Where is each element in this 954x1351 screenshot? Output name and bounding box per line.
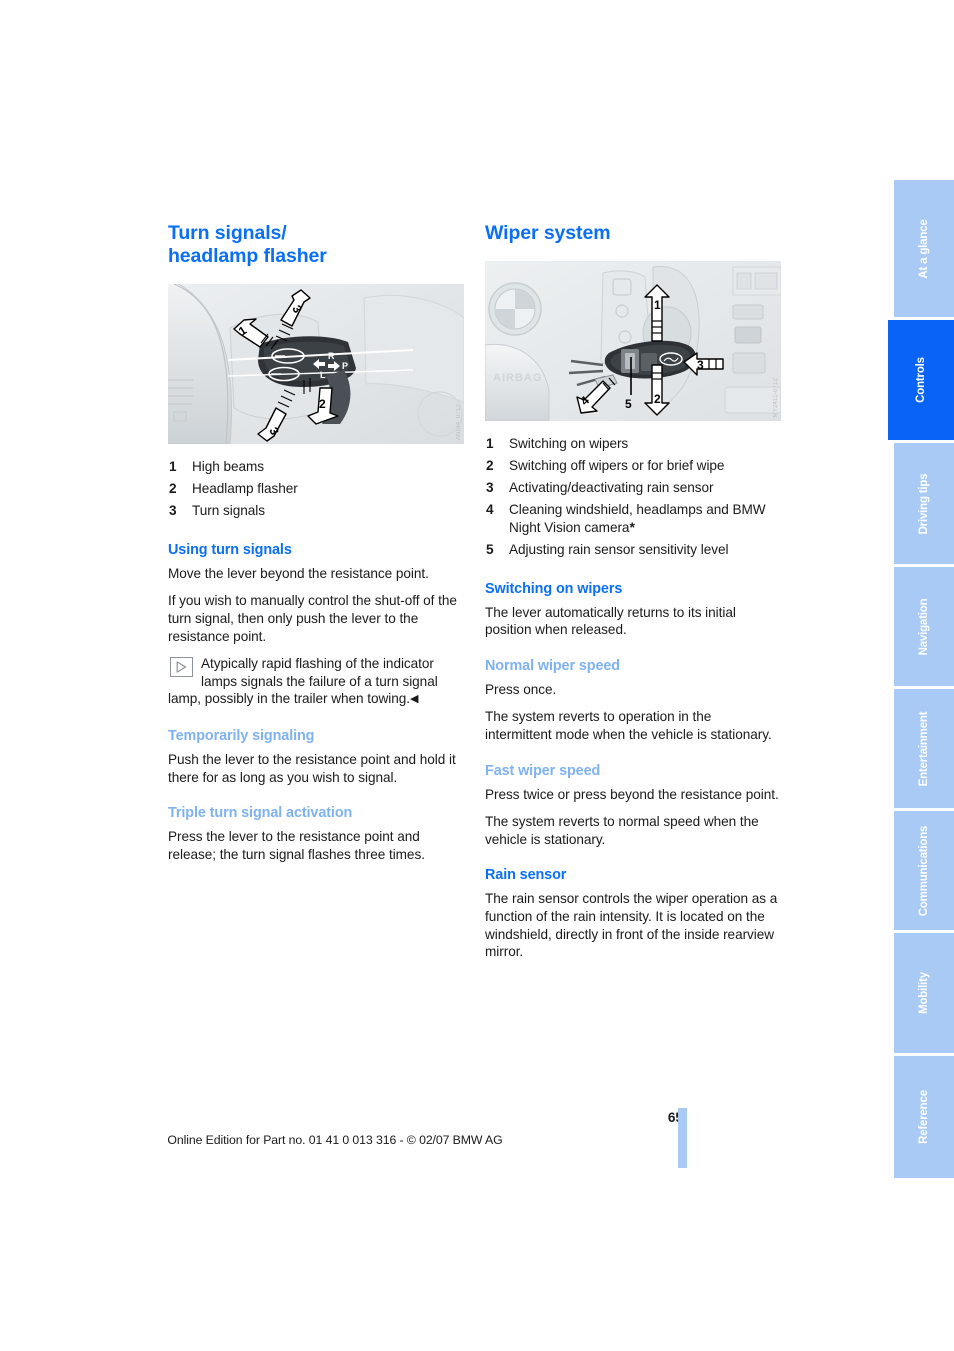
legend-text: Switching on wipers (509, 436, 629, 451)
tab-label: Navigation (918, 598, 930, 655)
legend-text: Turn signals (192, 503, 265, 519)
section-tab-rail: At a glance Controls Driving tips Naviga… (888, 180, 954, 1178)
wiper-title-text: Wiper system (485, 222, 611, 244)
note-text: Atypically rapid flashing of the indicat… (168, 656, 438, 707)
heading-using-turn-signals: Using turn signals (168, 541, 292, 558)
wiper-stalk-illustration: AIRBAG 1 2 3 4 5 (485, 261, 781, 421)
paragraph-normal-1: Press once. (485, 681, 557, 697)
legend-item: 3 Turn signals (168, 502, 464, 520)
svg-text:R: R (328, 351, 335, 361)
legend-text: Cleaning windshield, headlamps and BMW N… (509, 502, 766, 535)
tab-reference[interactable]: Reference (894, 1056, 954, 1178)
tab-at-a-glance[interactable]: At a glance (894, 180, 954, 320)
paragraph-normal-2: The system reverts to operation in the i… (485, 709, 772, 742)
note-end-mark: ◀ (409, 693, 419, 706)
legend-text: Headlamp flasher (192, 481, 298, 497)
legend-item: 3 Activating/deactivating rain sensor (485, 479, 781, 497)
paragraph-switching: The lever automatically returns to its i… (485, 604, 736, 638)
figure-watermark: ANSI4_0712 (456, 403, 462, 440)
paragraph-triple: Press the lever to the resistance point … (168, 829, 425, 862)
paragraph-temporarily: Push the lever to the resistance point a… (168, 751, 456, 785)
note-triangle-icon (170, 657, 193, 678)
tab-label: Controls (915, 357, 927, 403)
paragraph-using-2: If you wish to manually control the shut… (168, 593, 457, 644)
tab-mobility[interactable]: Mobility (894, 933, 954, 1056)
paragraph-rain: The rain sensor controls the wiper opera… (485, 891, 778, 960)
heading-triple-turn-signal: Triple turn signal activation (168, 805, 353, 822)
play-triangle-glyph (176, 661, 187, 673)
svg-text:2: 2 (319, 397, 326, 411)
svg-text:P: P (342, 361, 348, 371)
heading-temporarily-signaling: Temporarily signaling (168, 727, 315, 744)
heading-normal-wiper-speed: Normal wiper speed (485, 657, 620, 674)
paragraph-fast-2: The system reverts to normal speed when … (485, 814, 759, 847)
manual-page: Turn signals/ headlamp flasher R L P 1 3… (0, 0, 954, 1351)
legend-number: 5 (486, 541, 494, 557)
turn-signal-legend-list: 1 High beams 2 Headlamp flasher 3 Turn s… (168, 458, 464, 520)
svg-text:1: 1 (654, 298, 661, 312)
wiper-stalk-figure: AIRBAG 1 2 3 4 5 MY2411-0712 (485, 261, 781, 421)
legend-number: 3 (169, 503, 177, 519)
tab-communications[interactable]: Communications (894, 811, 954, 933)
tab-navigation[interactable]: Navigation (894, 567, 954, 689)
svg-text:2: 2 (654, 392, 661, 406)
tab-label: At a glance (918, 218, 930, 279)
option-asterisk: * (629, 518, 635, 535)
legend-number: 1 (486, 436, 494, 451)
legend-number: 3 (486, 480, 494, 496)
legend-number: 2 (486, 458, 494, 474)
legend-text: Activating/deactivating rain sensor (509, 480, 714, 496)
legend-item: 1 Switching on wipers (485, 435, 781, 453)
legend-item: 5 Adjusting rain sensor sensitivity leve… (485, 541, 781, 559)
heading-rain-sensor: Rain sensor (485, 867, 567, 884)
legend-item: 2 Headlamp flasher (168, 480, 464, 498)
left-column: Turn signals/ headlamp flasher R L P 1 3… (168, 222, 464, 863)
tab-driving-tips[interactable]: Driving tips (894, 443, 954, 567)
heading-switching-on-wipers: Switching on wipers (485, 580, 623, 597)
legend-number: 4 (486, 502, 494, 518)
page-title-line-1: Turn signals/ (168, 222, 287, 244)
footer-edition-text: Online Edition for Part no. 01 41 0 013 … (167, 1133, 503, 1147)
page-title-wiper-system: Wiper system (485, 222, 781, 245)
paragraph-fast-1: Press twice or press beyond the resistan… (485, 786, 779, 802)
turn-signal-lever-illustration: R L P 1 3 3 2 (168, 284, 464, 444)
right-column: Wiper system AIRBAG 1 2 3 4 5 MY2411-071… (485, 222, 781, 961)
heading-fast-wiper-speed: Fast wiper speed (485, 762, 601, 779)
legend-item: 1 High beams (168, 458, 464, 476)
page-number: 65 (667, 1110, 683, 1125)
tab-label: Mobility (918, 972, 930, 1014)
svg-text:L: L (320, 370, 326, 380)
svg-text:3: 3 (697, 358, 704, 372)
tab-label: Entertainment (918, 711, 930, 786)
legend-item: 2 Switching off wipers or for brief wipe (485, 457, 781, 475)
tab-entertainment[interactable]: Entertainment (894, 689, 954, 811)
tab-label: Reference (918, 1090, 930, 1144)
footer-accent-bar (678, 1108, 687, 1168)
tab-label: Communications (918, 825, 930, 916)
legend-number: 1 (169, 459, 177, 474)
note-block: Atypically rapid flashing of the indicat… (168, 655, 464, 709)
figure-watermark: MY2411-0712 (773, 377, 779, 417)
tab-label: Driving tips (918, 473, 930, 534)
legend-number: 2 (169, 481, 177, 497)
tab-controls[interactable]: Controls (888, 320, 954, 443)
page-title-line-2: headlamp flasher (168, 245, 327, 267)
paragraph-using-1: Move the lever beyond the resistance poi… (168, 565, 429, 581)
wiper-legend-list: 1 Switching on wipers 2 Switching off wi… (485, 435, 781, 559)
page-title-turn-signals: Turn signals/ headlamp flasher (168, 222, 464, 268)
legend-text: High beams (192, 459, 265, 474)
legend-text: Adjusting rain sensor sensitivity level (509, 541, 729, 557)
svg-text:5: 5 (625, 397, 632, 411)
svg-text:AIRBAG: AIRBAG (493, 372, 542, 384)
turn-signal-lever-figure: R L P 1 3 3 2 ANSI4_0712 (168, 284, 464, 444)
legend-item: 4 Cleaning windshield, headlamps and BMW… (485, 501, 781, 536)
legend-text: Switching off wipers or for brief wipe (509, 458, 725, 474)
